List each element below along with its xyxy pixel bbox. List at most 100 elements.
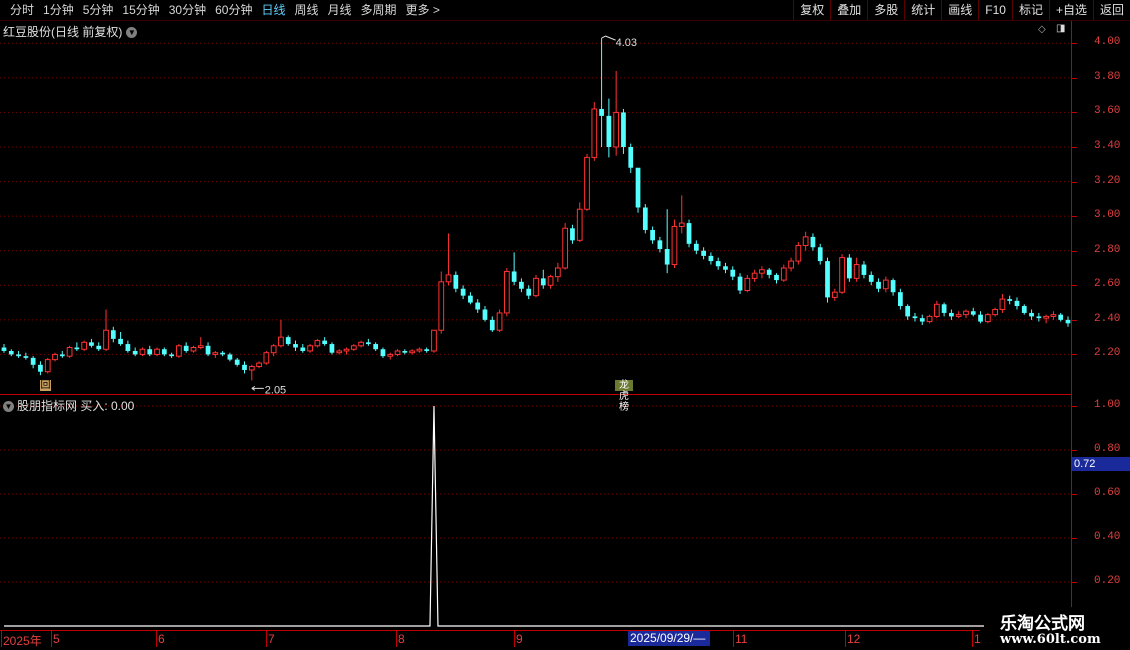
candle[interactable]: [66, 345, 73, 358]
toolbar-button-3[interactable]: 统计: [904, 0, 941, 20]
candle[interactable]: [802, 231, 809, 251]
candle[interactable]: [197, 337, 204, 350]
candle[interactable]: [468, 292, 473, 305]
tab-period-9[interactable]: 多周期: [361, 0, 397, 20]
candle[interactable]: [183, 342, 189, 353]
candle[interactable]: [212, 350, 219, 358]
candle[interactable]: [831, 288, 838, 301]
candle[interactable]: [44, 357, 51, 374]
candle[interactable]: [1050, 311, 1057, 320]
candle[interactable]: [963, 309, 969, 319]
candle[interactable]: [300, 344, 306, 353]
candle[interactable]: [154, 347, 160, 357]
candle[interactable]: [650, 226, 655, 244]
toolbar-button-4[interactable]: 画线: [941, 0, 978, 20]
candle[interactable]: [744, 274, 751, 293]
candle[interactable]: [642, 204, 648, 234]
candle[interactable]: [1043, 314, 1050, 324]
tab-period-7[interactable]: 周线: [294, 0, 318, 20]
candle[interactable]: [759, 266, 765, 279]
candle[interactable]: [336, 349, 343, 355]
candle[interactable]: [898, 288, 903, 310]
event-marker-dragon-tiger[interactable]: 龙虎榜: [615, 380, 633, 413]
candle[interactable]: [817, 243, 823, 265]
candle[interactable]: [176, 344, 182, 358]
candle[interactable]: [234, 357, 240, 367]
candle[interactable]: [110, 326, 116, 343]
candle[interactable]: [825, 257, 830, 303]
main-chart-panel[interactable]: 4.03 2.05 红豆股份(日线 前复权) ▼: [0, 21, 1072, 395]
candle[interactable]: [876, 278, 881, 293]
candle[interactable]: [52, 352, 58, 362]
candle[interactable]: [350, 344, 357, 351]
candle[interactable]: [788, 257, 794, 272]
candle[interactable]: [329, 342, 335, 355]
candle[interactable]: [519, 278, 524, 293]
candle[interactable]: [664, 209, 670, 274]
toolbar-button-1[interactable]: 叠加: [830, 0, 867, 20]
candle[interactable]: [431, 329, 437, 353]
candle[interactable]: [847, 254, 852, 282]
candle[interactable]: [307, 344, 313, 353]
candle[interactable]: [103, 309, 109, 351]
candle[interactable]: [23, 352, 29, 360]
candle[interactable]: [730, 266, 736, 281]
toolbar-button-5[interactable]: F10: [978, 0, 1012, 20]
tab-period-1[interactable]: 1分钟: [43, 0, 74, 20]
candle[interactable]: [74, 342, 80, 351]
candle[interactable]: [1029, 309, 1034, 320]
candle[interactable]: [270, 344, 277, 357]
candle[interactable]: [503, 268, 510, 317]
candle[interactable]: [882, 276, 889, 293]
candle[interactable]: [941, 302, 947, 317]
candle[interactable]: [285, 335, 291, 346]
candle[interactable]: [584, 153, 590, 211]
candle[interactable]: [1007, 295, 1013, 305]
diamond-icon[interactable]: ◇: [1038, 24, 1046, 35]
candle[interactable]: [16, 350, 21, 358]
candle[interactable]: [242, 361, 247, 374]
candle[interactable]: [409, 349, 415, 355]
candle[interactable]: [445, 233, 452, 286]
candle[interactable]: [621, 108, 626, 154]
candle[interactable]: [576, 202, 583, 243]
candle[interactable]: [970, 307, 976, 317]
tab-period-0[interactable]: 分时: [10, 0, 34, 20]
candle[interactable]: [984, 312, 991, 324]
toolbar-button-6[interactable]: 标记: [1011, 0, 1049, 20]
candle[interactable]: [723, 262, 728, 274]
candle[interactable]: [38, 361, 43, 376]
candle[interactable]: [380, 347, 386, 358]
candle[interactable]: [926, 314, 933, 324]
candle[interactable]: [161, 347, 167, 357]
candle[interactable]: [715, 257, 721, 270]
candle[interactable]: [678, 195, 685, 234]
tab-period-8[interactable]: 月线: [328, 0, 352, 20]
candle[interactable]: [248, 364, 255, 381]
candle[interactable]: [795, 242, 802, 265]
candle[interactable]: [453, 271, 459, 293]
candle[interactable]: [96, 342, 102, 351]
candle[interactable]: [1065, 316, 1071, 327]
candle[interactable]: [861, 261, 867, 279]
candle[interactable]: [1058, 312, 1064, 322]
candle[interactable]: [955, 311, 962, 319]
candle[interactable]: [853, 257, 860, 282]
candle[interactable]: [628, 143, 634, 173]
candle[interactable]: [1014, 297, 1020, 310]
candle[interactable]: [489, 316, 495, 332]
candle[interactable]: [438, 271, 445, 334]
toolbar-button-7[interactable]: +自选: [1048, 0, 1093, 20]
candle[interactable]: [118, 331, 123, 346]
candle[interactable]: [424, 347, 430, 353]
candle[interactable]: [606, 98, 612, 158]
candle[interactable]: [394, 349, 401, 357]
toolbar-button-0[interactable]: 复权: [793, 0, 830, 20]
candle[interactable]: [482, 306, 488, 322]
candle[interactable]: [905, 304, 911, 320]
candlestick-chart[interactable]: 4.03 2.05: [0, 21, 1072, 394]
indicator-title[interactable]: ▼ 股朋指标网 买入: 0.00: [3, 397, 134, 414]
candle[interactable]: [701, 247, 706, 260]
candle[interactable]: [635, 167, 641, 213]
candle[interactable]: [839, 254, 845, 294]
